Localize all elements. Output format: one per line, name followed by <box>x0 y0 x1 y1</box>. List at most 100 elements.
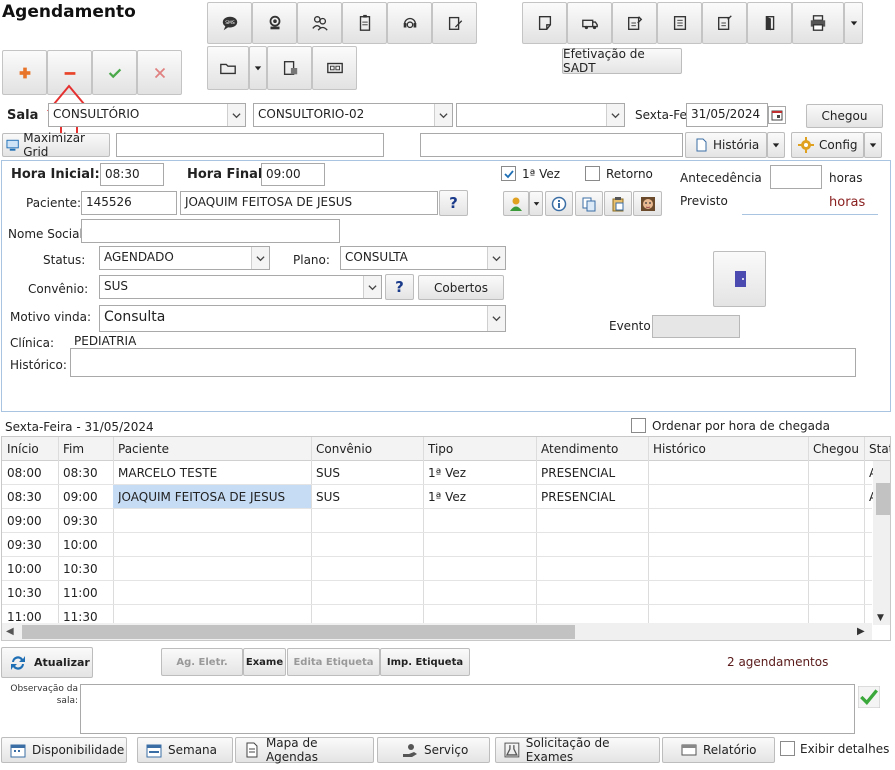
table-row[interactable] <box>2 533 872 557</box>
patient-user-button[interactable] <box>503 191 529 216</box>
status-select[interactable]: AGENDADO <box>99 246 270 270</box>
imp-etiqueta-button[interactable]: Imp. Etiqueta <box>380 648 470 676</box>
door-button[interactable] <box>747 2 792 44</box>
sms-button[interactable]: SMS <box>207 2 252 44</box>
ag-eletr-button[interactable]: Ag. Eletr. <box>161 648 243 676</box>
print-button[interactable] <box>792 2 844 44</box>
grid-column-header[interactable]: Chegou <box>813 442 863 456</box>
profile-button[interactable] <box>252 2 297 44</box>
scroll-right-icon[interactable]: ▶ <box>857 626 865 637</box>
patient-photo-button[interactable] <box>633 191 662 216</box>
cancel-button[interactable] <box>137 50 182 95</box>
paciente-id-input[interactable]: 145526 <box>81 191 177 215</box>
atualizar-label: Atualizar <box>34 656 90 669</box>
mapa-agendas-button[interactable]: Mapa de Agendas <box>235 736 374 764</box>
report-button[interactable] <box>612 2 657 44</box>
exibir-detalhes-checkbox[interactable]: Exibir detalhes <box>780 741 889 756</box>
grid-column-header[interactable]: Convênio <box>316 442 422 456</box>
primeira-vez-checkbox[interactable]: 1ª Vez <box>501 166 560 181</box>
edit-note-icon <box>448 16 462 30</box>
antecedencia-input[interactable] <box>770 165 822 189</box>
grid-column-header[interactable]: Fim <box>63 442 112 456</box>
relatorio-button[interactable]: Relatório <box>662 737 775 763</box>
search-field-2[interactable] <box>420 133 683 157</box>
grid-column-header[interactable]: Tipo <box>428 442 535 456</box>
scroll-down-icon[interactable]: ▼ <box>877 613 884 623</box>
horas-label-2: horas <box>829 195 866 210</box>
horizontal-scroll-thumb[interactable] <box>22 625 575 639</box>
convenio-select[interactable]: SUS <box>99 275 382 299</box>
paciente-help-button[interactable]: ? <box>439 190 468 216</box>
sadt-button[interactable]: Efetivação de SADT <box>562 47 682 75</box>
room-select[interactable]: CONSULTÓRIO <box>48 103 246 127</box>
vertical-scroll-thumb[interactable] <box>876 483 890 515</box>
search-field-1[interactable] <box>116 133 384 157</box>
date-input[interactable]: 31/05/2024 <box>686 103 768 127</box>
grid-column-header[interactable]: Atendimento <box>541 442 647 456</box>
group-button[interactable] <box>297 2 342 44</box>
nome-social-input[interactable] <box>81 219 340 243</box>
exam-request-button[interactable] <box>702 2 747 44</box>
hora-final-input[interactable]: 09:00 <box>261 163 325 186</box>
folder-button[interactable] <box>207 46 249 90</box>
ambulance-button[interactable] <box>567 2 612 44</box>
lab-icon <box>504 742 520 758</box>
card-button[interactable] <box>312 46 357 90</box>
config-dropdown-button[interactable] <box>864 132 882 158</box>
paciente-nome-input[interactable]: JOAQUIM FEITOSA DE JESUS <box>180 191 438 215</box>
patient-info-button[interactable] <box>545 191 573 216</box>
edit-note-button[interactable] <box>432 2 477 44</box>
motivo-select[interactable]: Consulta <box>99 305 506 332</box>
grid-column-header[interactable]: Paciente <box>118 442 310 456</box>
extra-select[interactable] <box>456 103 625 127</box>
chegou-button[interactable]: Chegou <box>806 104 883 128</box>
exit-door-button[interactable] <box>713 251 766 307</box>
table-row[interactable] <box>2 581 872 605</box>
patient-copy-button[interactable] <box>575 191 603 216</box>
calendar-button[interactable] <box>768 106 786 124</box>
solicitacao-exames-button[interactable]: Solicitação de Exames <box>495 736 660 764</box>
vertical-scrollbar[interactable]: ▼ <box>873 461 890 625</box>
exame-button[interactable]: Exame <box>243 648 286 676</box>
horizontal-scrollbar[interactable]: ◀ ▶ <box>2 623 872 640</box>
ordenar-checkbox[interactable]: Ordenar por hora de chegada <box>631 418 830 433</box>
print-dropdown-button[interactable] <box>844 2 863 44</box>
list-button[interactable] <box>657 2 702 44</box>
support-button[interactable] <box>387 2 432 44</box>
plano-select[interactable]: CONSULTA <box>340 246 506 270</box>
grid-column-header[interactable]: Histórico <box>653 442 807 456</box>
confirm-button[interactable] <box>92 50 137 95</box>
scroll-left-icon[interactable]: ◀ <box>6 626 14 637</box>
convenio-help-button[interactable]: ? <box>385 274 414 300</box>
cobertos-button[interactable]: Cobertos <box>418 275 504 300</box>
clipboard-button[interactable] <box>342 2 387 44</box>
maximize-grid-button[interactable]: Maximizar Grid <box>2 131 110 159</box>
evento-input[interactable] <box>652 315 740 338</box>
historico-input[interactable] <box>70 348 856 377</box>
atualizar-button[interactable]: Atualizar <box>1 647 93 678</box>
hora-inicial-input[interactable]: 08:30 <box>100 163 164 186</box>
historia-button[interactable]: História <box>685 132 767 158</box>
grid-cell-inicio: 11:00 <box>7 610 42 624</box>
edita-etiqueta-button[interactable]: Edita Etiqueta <box>287 648 380 676</box>
patient-paste-button[interactable] <box>604 191 632 216</box>
user-icon <box>510 197 522 211</box>
patient-user-dropdown-button[interactable] <box>529 191 543 216</box>
disponibilidade-button[interactable]: Disponibilidade <box>1 737 127 763</box>
historia-dropdown-button[interactable] <box>767 132 785 158</box>
semana-button[interactable]: Semana <box>137 737 233 763</box>
prescription-button[interactable] <box>267 46 312 90</box>
add-button[interactable] <box>2 50 47 95</box>
config-button[interactable]: Config <box>791 132 864 158</box>
folder-dropdown-button[interactable] <box>249 46 267 90</box>
grid-column-header[interactable]: Início <box>7 442 57 456</box>
sub-room-select[interactable]: CONSULTORIO-02 <box>253 103 453 127</box>
observacao-textarea[interactable] <box>80 684 855 734</box>
servico-button[interactable]: Serviço <box>377 737 490 763</box>
table-row[interactable] <box>2 509 872 533</box>
note-button[interactable] <box>522 2 567 44</box>
table-row[interactable] <box>2 557 872 581</box>
save-observacao-button[interactable] <box>857 685 882 710</box>
retorno-checkbox[interactable]: Retorno <box>585 166 653 181</box>
grid-column-header[interactable]: Statu <box>869 442 890 456</box>
